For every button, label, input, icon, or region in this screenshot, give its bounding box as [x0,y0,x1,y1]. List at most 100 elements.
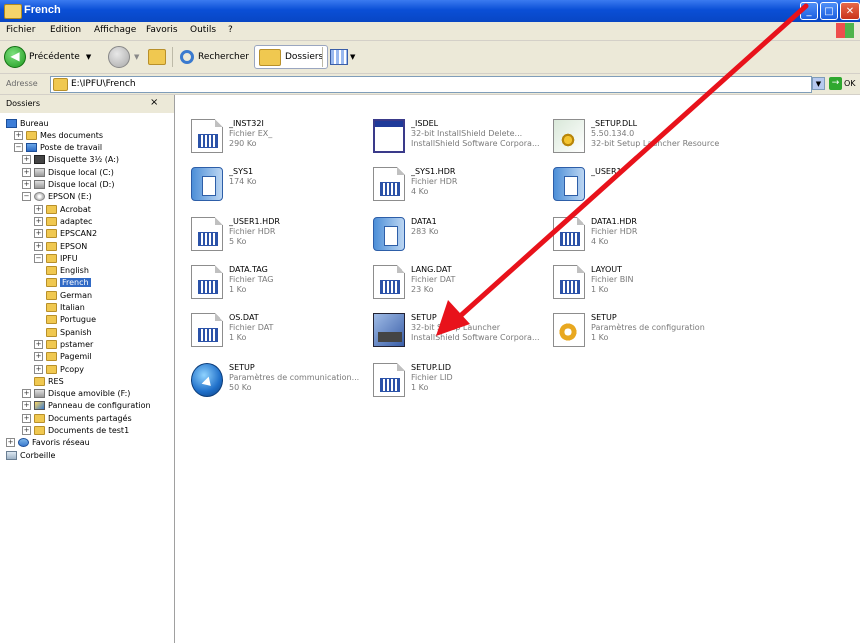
expand-icon[interactable]: + [34,352,43,362]
expand-icon[interactable]: + [34,216,43,226]
file-info: Fichier HDR [229,227,276,236]
file-info: Fichier EX_ [229,129,273,138]
go-button[interactable]: OK [844,79,856,88]
folders-button[interactable]: Dossiers [254,45,329,69]
file-info: 4 Ko [591,237,609,246]
up-folder-button[interactable] [148,45,166,69]
file-item[interactable]: LANG.DAT Fichier DAT 23 Ko [363,261,553,305]
tree-item-label: Italian [60,303,85,312]
tree-item-label: EPSON (E:) [48,192,92,202]
file-item[interactable]: DATA1 283 Ko [363,213,553,257]
tree-item[interactable]: + Pcopy [34,363,84,375]
tree-item[interactable]: + Panneau de configuration [22,400,151,412]
back-button[interactable]: ◀ Précédente ▼ [4,45,91,69]
views-button[interactable]: ▼ [330,45,355,69]
tree-item[interactable]: + Mes documents [14,129,103,141]
file-item[interactable]: _ISDEL 32-bit InstallShield Delete... Inst… [363,115,553,159]
menu-tools[interactable]: Outils [190,25,216,35]
file-item[interactable]: OS.DAT Fichier DAT 1 Ko [181,309,371,353]
tree-item[interactable]: + Disque local (D:) [22,179,114,191]
expand-icon[interactable]: + [22,167,31,177]
tree-item[interactable]: Portugue [46,314,96,326]
minimize-button[interactable]: _ [800,2,818,20]
document-icon [191,119,223,153]
file-item[interactable]: SETUP.LID Fichier LID 1 Ko [363,359,553,403]
tree-item[interactable]: + EPSCAN2 [34,228,97,240]
collapse-icon[interactable]: − [22,192,31,202]
file-item[interactable]: LAYOUT Fichier BIN 1 Ko [543,261,733,305]
tree-item[interactable]: English [46,265,89,277]
menu-help[interactable]: ? [228,25,233,35]
file-item[interactable]: _SETUP.DLL 5.50.134.0 32-bit Setup Launche… [543,115,733,159]
expand-icon[interactable]: + [34,364,43,374]
folder-icon [46,315,57,325]
tree-item[interactable]: + Pagemil [34,351,92,363]
tree-item[interactable]: + Disque local (C:) [22,166,114,178]
maximize-button[interactable]: □ [820,2,838,20]
tree-item-label: Portugue [60,315,96,325]
tree-item[interactable]: + Documents partagés [22,412,132,424]
expand-icon[interactable]: + [22,389,31,399]
tree-item[interactable]: German [46,289,92,301]
expand-icon[interactable]: + [22,180,31,189]
expand-icon[interactable]: + [22,401,31,411]
tree-item[interactable]: + adaptec [34,215,92,227]
file-item[interactable]: DATA.TAG Fichier TAG 1 Ko [181,261,371,305]
expand-icon[interactable]: + [14,130,23,140]
menu-edit[interactable]: Edition [50,25,81,35]
collapse-icon[interactable]: − [34,253,43,263]
menu-file[interactable]: Fichier [6,25,35,35]
document-icon [373,363,405,397]
expand-icon[interactable]: + [6,438,15,448]
tree-item[interactable]: + Documents de test1 [22,425,129,437]
tree-item[interactable]: + pstamer [34,338,93,350]
tree-item[interactable]: Spanish [46,326,92,338]
expand-icon[interactable]: + [22,155,31,165]
expand-icon[interactable]: + [34,241,43,251]
tree-item[interactable]: + Disque amovible (F:) [22,388,130,400]
file-details: _SYS1.HDR Fichier HDR 4 Ko [411,167,551,197]
expand-icon[interactable]: + [34,229,43,239]
file-item[interactable]: _USER1 [543,163,733,207]
tree-item[interactable]: Bureau [6,117,49,129]
file-item[interactable]: _SYS1.HDR Fichier HDR 4 Ko [363,163,553,207]
folder-icon [46,352,57,362]
tree-item[interactable]: Corbeille [6,449,55,461]
file-item[interactable]: _USER1.HDR Fichier HDR 5 Ko [181,213,371,257]
file-item[interactable]: DATA1.HDR Fichier HDR 4 Ko [543,213,733,257]
file-name: SETUP [229,363,255,372]
tree-item[interactable]: + Favoris réseau [6,437,90,449]
go-arrow-icon[interactable]: → [829,77,842,90]
file-item[interactable]: SETUP 32-bit Setup Launcher InstallShield … [363,309,553,353]
tree-item-label: English [60,266,89,276]
file-item[interactable]: SETUP Paramètres de communication... 50 Ko [181,359,371,403]
file-item[interactable]: SETUP Paramètres de configuration 1 Ko [543,309,733,353]
title-bar[interactable]: French _ □ ✕ [0,0,860,22]
forward-button[interactable]: ▼ [108,45,139,69]
file-item[interactable]: _INST32I Fichier EX_ 290 Ko [181,115,371,159]
address-input[interactable]: E:\IPFU\French [50,76,812,93]
tree-item[interactable]: − IPFU [34,252,78,264]
tree-item[interactable]: + EPSON [34,240,87,252]
expand-icon[interactable]: + [34,204,43,214]
expand-icon[interactable]: + [22,413,31,423]
tree-item[interactable]: Italian [46,302,85,314]
address-dropdown-button[interactable]: ▼ [812,77,825,90]
tree-item[interactable]: RES [34,375,64,387]
tree-item[interactable]: French [46,277,91,289]
tree-item[interactable]: + Disquette 3½ (A:) [22,154,119,166]
close-pane-button[interactable]: × [150,97,158,108]
tree-item-label: French [60,278,91,288]
menu-favorites[interactable]: Favoris [146,25,178,35]
expand-icon[interactable]: + [22,426,31,435]
file-item[interactable]: _SYS1 174 Ko [181,163,371,207]
tree-item[interactable]: + Acrobat [34,203,91,215]
search-button[interactable]: Rechercher [180,45,249,69]
expand-icon[interactable]: + [34,339,43,349]
menu-view[interactable]: Affichage [94,25,136,35]
folders-label: Dossiers [285,52,324,62]
collapse-icon[interactable]: − [14,143,23,153]
close-button[interactable]: ✕ [840,2,860,20]
tree-item[interactable]: − EPSON (E:) [22,191,92,203]
tree-item[interactable]: − Poste de travail [14,142,102,154]
